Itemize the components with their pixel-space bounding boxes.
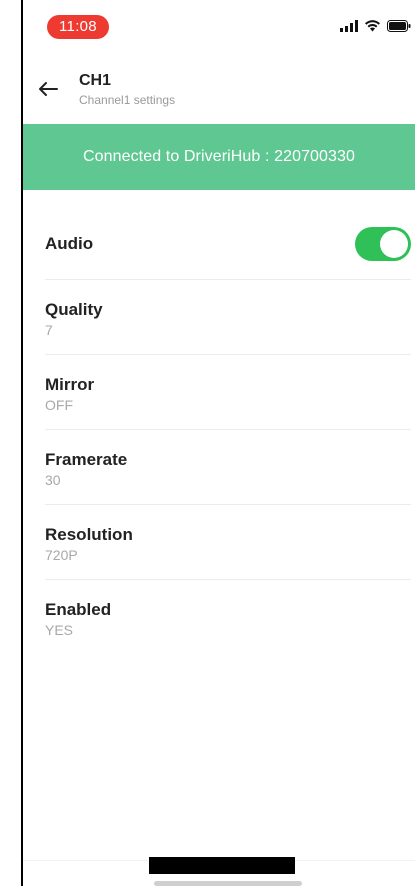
setting-value-quality: 7 [45, 322, 53, 338]
page-title: CH1 [79, 72, 112, 89]
status-icons [340, 20, 411, 36]
setting-label-enabled: Enabled [45, 600, 112, 619]
redaction-bar [149, 857, 295, 874]
audio-toggle[interactable] [355, 227, 411, 261]
wifi-icon [364, 19, 381, 37]
setting-label-quality: Quality [45, 300, 103, 319]
battery-icon [387, 19, 411, 37]
back-arrow-icon[interactable] [37, 78, 59, 100]
settings-list: Audio Quality 7 Mirror OFF Framerate 30 … [23, 206, 415, 654]
connection-banner: Connected to DriveriHub : 220700330 [23, 124, 415, 190]
setting-value-framerate: 30 [45, 472, 61, 488]
signal-icon [340, 19, 358, 37]
setting-value-resolution: 720P [45, 547, 78, 563]
setting-row-mirror[interactable]: Mirror OFF [45, 355, 411, 430]
page-subtitle: Channel1 settings [79, 93, 176, 107]
setting-row-resolution[interactable]: Resolution 720P [45, 505, 411, 580]
setting-value-mirror: OFF [45, 397, 73, 413]
setting-label-mirror: Mirror [45, 375, 95, 394]
toggle-knob [380, 230, 408, 258]
home-indicator[interactable] [154, 881, 302, 886]
setting-row-framerate[interactable]: Framerate 30 [45, 430, 411, 505]
setting-row-quality[interactable]: Quality 7 [45, 280, 411, 355]
status-time: 11:08 [47, 15, 109, 39]
setting-value-enabled: YES [45, 622, 74, 638]
setting-row-enabled[interactable]: Enabled YES [45, 580, 411, 654]
setting-label-framerate: Framerate [45, 450, 128, 469]
setting-row-audio: Audio [45, 206, 411, 280]
app-screen: 11:08 CH1 Channel1 settings Connected to… [23, 0, 415, 886]
setting-label-audio: Audio [45, 234, 94, 253]
setting-label-resolution: Resolution [45, 525, 133, 544]
device-frame: 11:08 CH1 Channel1 settings Connected to… [0, 0, 415, 886]
